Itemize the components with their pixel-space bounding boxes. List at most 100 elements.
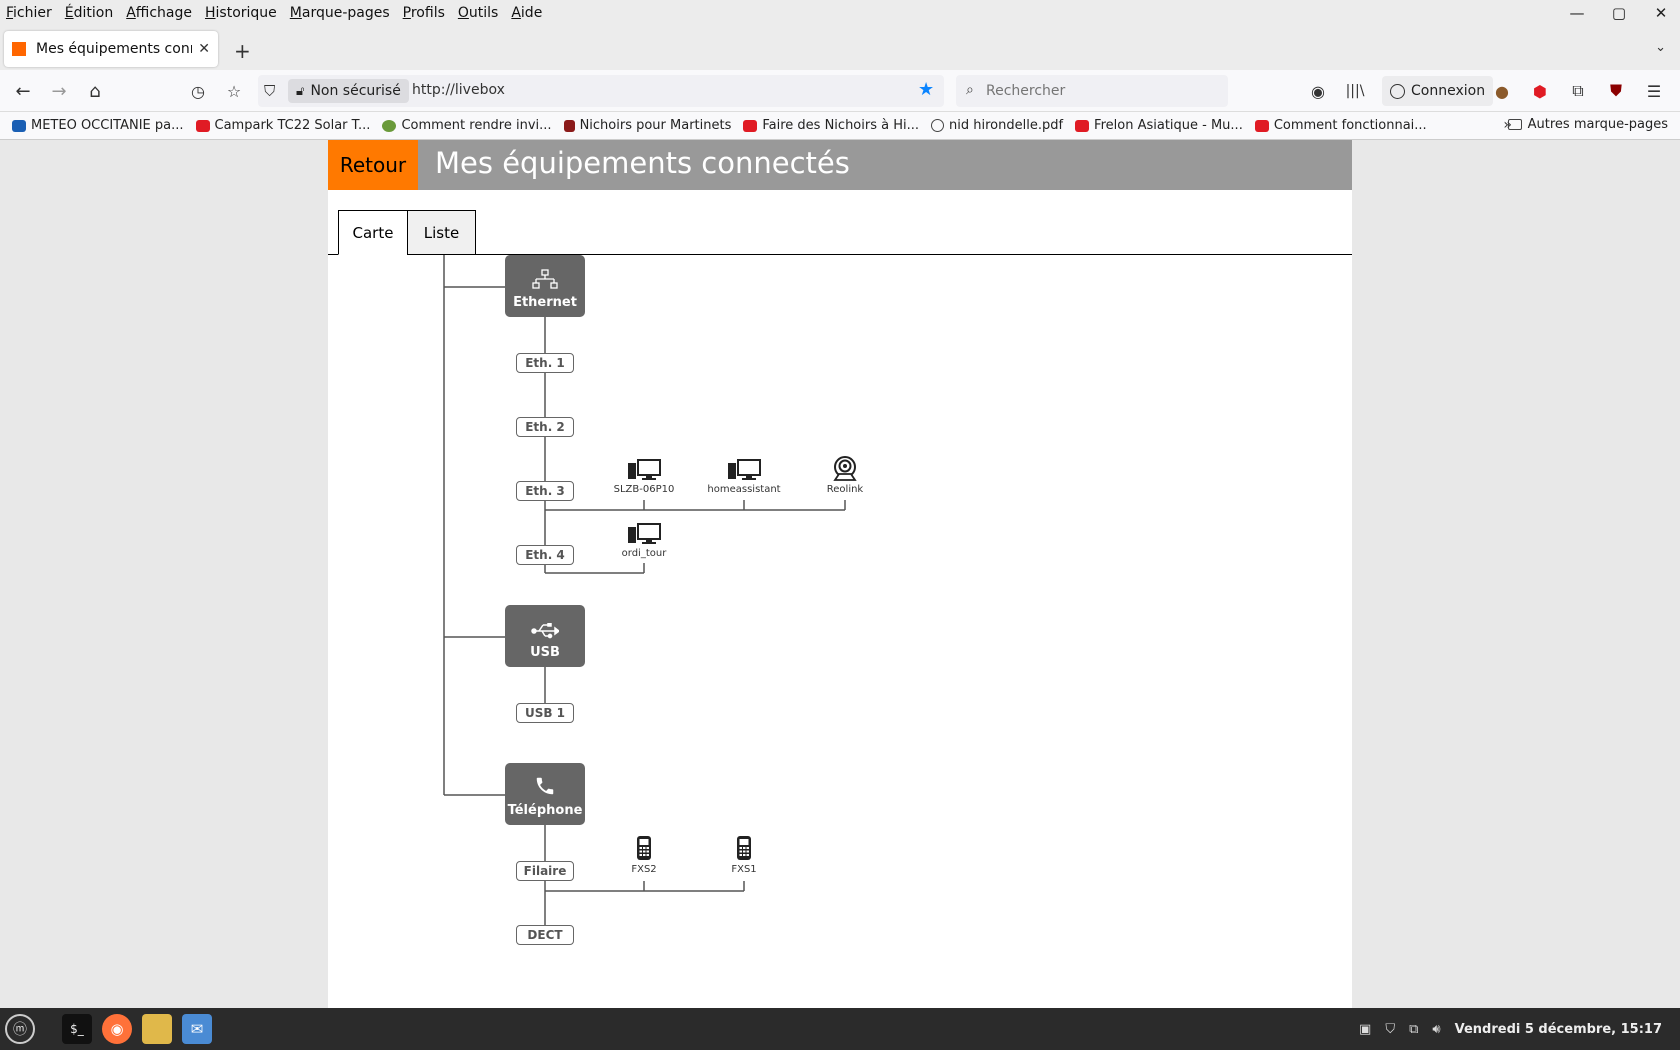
menu-affichage[interactable]: Affichage [120, 5, 198, 21]
files-folder-icon[interactable] [142, 1014, 172, 1044]
folder-icon [1507, 119, 1522, 130]
youtube-icon [195, 119, 210, 132]
bookmark-item[interactable]: Campark TC22 Solar T... [195, 118, 370, 133]
menu-aide[interactable]: Aide [505, 5, 548, 21]
port-eth1[interactable]: Eth. 1 [516, 353, 574, 373]
port-eth4[interactable]: Eth. 4 [516, 545, 574, 565]
map-connection-lines [443, 255, 846, 933]
menu-edition[interactable]: Édition [59, 5, 119, 21]
device-fxs2[interactable]: FXS2 [599, 835, 689, 875]
bookmarked-star-icon[interactable]: ★ [918, 79, 934, 100]
bookmark-item[interactable]: Frelon Asiatique - Mu... [1075, 118, 1243, 133]
tracking-shield-icon[interactable]: ⛉ [264, 82, 275, 100]
bookmark-favicon-icon [12, 119, 26, 132]
livebox-page: Retour Mes équipements connectés Carte L… [328, 140, 1352, 1008]
device-label: homeassistant [707, 484, 781, 495]
mint-menu-icon[interactable]: ⓜ [5, 1014, 35, 1044]
volume-icon[interactable]: 🔊︎ [1432, 1022, 1440, 1037]
terminal-icon[interactable]: $_ [62, 1014, 92, 1044]
navigation-bar: ← → ⌂ ◷ ☆ ⛉ 🔓︎ Non sécurisé http://liveb… [0, 70, 1680, 112]
tab-close-icon[interactable]: ✕ [198, 41, 210, 57]
menu-marque-pages[interactable]: Marque-pages [284, 5, 396, 21]
youtube-icon [1254, 119, 1269, 132]
device-label: ordi_tour [621, 548, 667, 559]
tab-title: Mes équipements connectés [36, 41, 192, 57]
device-homeassistant[interactable]: homeassistant [699, 459, 789, 495]
connexion-label: Connexion [1411, 83, 1486, 99]
menu-profils[interactable]: Profils [397, 5, 451, 21]
bookmark-item[interactable]: Comment fonctionnai... [1254, 118, 1427, 133]
telephone-hub[interactable]: Téléphone [505, 763, 585, 825]
bookmark-star-icon[interactable]: ☆ [222, 79, 246, 103]
ethernet-hub[interactable]: Ethernet [505, 255, 585, 317]
privacy-extension-icon[interactable]: ⬢ [1528, 79, 1552, 103]
library-icon[interactable]: |||\ [1343, 79, 1367, 103]
device-ordi-tour[interactable]: ordi_tour [599, 523, 689, 559]
hamburger-menu-icon[interactable]: ☰ [1642, 79, 1666, 103]
connexion-button[interactable]: Connexion [1382, 76, 1494, 106]
device-slzb[interactable]: SLZB-06P10 [599, 459, 689, 495]
camera-icon [833, 456, 857, 481]
search-input[interactable] [986, 75, 1216, 107]
device-label: SLZB-06P10 [613, 484, 675, 495]
screenshot-camera-icon[interactable]: ◉ [1306, 79, 1330, 103]
youtube-icon [1075, 119, 1090, 132]
security-shield-icon[interactable]: ⛉ [1385, 1022, 1395, 1037]
menu-outils[interactable]: Outils [452, 5, 504, 21]
computer-icon [628, 459, 661, 480]
clock[interactable]: Vendredi 5 décembre, 15:17 [1455, 1022, 1662, 1037]
port-filaire[interactable]: Filaire [516, 861, 574, 881]
maximize-icon[interactable]: ▢ [1610, 4, 1628, 22]
port-dect[interactable]: DECT [516, 925, 574, 945]
computer-icon [628, 523, 661, 544]
bookmark-item[interactable]: nid hirondelle.pdf [931, 118, 1063, 133]
insecure-badge[interactable]: 🔓︎ Non sécurisé [288, 79, 409, 103]
menu-fichier[interactable]: Fichier [0, 5, 58, 21]
port-eth2[interactable]: Eth. 2 [516, 417, 574, 437]
menu-historique[interactable]: Historique [199, 5, 283, 21]
tab-carte[interactable]: Carte [338, 210, 408, 255]
minimize-icon[interactable]: — [1568, 4, 1586, 22]
page-title: Mes équipements connectés [435, 146, 850, 180]
tab-liste[interactable]: Liste [407, 210, 476, 255]
browser-tab-active[interactable]: Mes équipements connectés ✕ [4, 31, 218, 67]
home-icon[interactable]: ⌂ [83, 79, 107, 103]
url-text: http://livebox [412, 82, 505, 98]
usb-hub[interactable]: USB [505, 605, 585, 667]
clipboard-icon[interactable]: ▣ [1359, 1022, 1371, 1037]
history-clock-icon[interactable]: ◷ [186, 79, 210, 103]
tab-list-chevron-icon[interactable]: ⌄ [1655, 40, 1666, 55]
other-bookmarks-folder[interactable]: Autres marque-pages [1507, 117, 1668, 132]
back-button[interactable]: Retour [328, 140, 418, 190]
port-usb1[interactable]: USB 1 [516, 703, 574, 723]
network-map: Ethernet USB Téléphone Eth. 1 Eth. 2 Eth… [328, 255, 1352, 1008]
device-label: FXS2 [631, 864, 657, 875]
device-reolink[interactable]: Reolink [800, 456, 890, 495]
taskbar: ⓜ $_ ◉ ✉ ▣ ⛉ ⧉ 🔊︎ Vendredi 5 décembre, 1… [0, 1008, 1680, 1050]
bookmark-item[interactable]: METEO OCCITANIE pa... [12, 118, 184, 133]
firefox-icon[interactable]: ◉ [102, 1014, 132, 1044]
port-eth3[interactable]: Eth. 3 [516, 481, 574, 501]
bookmark-item[interactable]: Nichoirs pour Martinets [563, 118, 731, 133]
hub-label: USB [530, 645, 560, 660]
back-arrow-icon[interactable]: ← [11, 79, 35, 103]
mail-icon[interactable]: ✉ [182, 1014, 212, 1044]
cookie-extension-icon[interactable]: ● [1490, 79, 1514, 103]
device-fxs1[interactable]: FXS1 [699, 835, 789, 875]
ublock-icon[interactable]: ⛊ [1604, 79, 1628, 103]
bookmark-item[interactable]: Comment rendre invi... [382, 118, 552, 133]
new-tab-icon[interactable]: + [234, 39, 251, 63]
extensions-puzzle-icon[interactable]: ⧉ [1566, 79, 1590, 103]
birdhouse-icon [563, 119, 575, 132]
network-tray-icon[interactable]: ⧉ [1409, 1022, 1418, 1037]
bookmark-item[interactable]: Faire des Nichoirs à Hi... [743, 118, 919, 133]
globe-icon [931, 119, 945, 132]
close-window-icon[interactable]: ✕ [1652, 4, 1670, 22]
device-label: Reolink [826, 484, 864, 495]
search-bar[interactable]: ⌕ [956, 75, 1228, 107]
hub-label: Ethernet [513, 295, 577, 310]
bookmark-favicon-icon [382, 119, 397, 132]
url-bar[interactable]: ⛉ 🔓︎ Non sécurisé http://livebox ★ [258, 75, 944, 107]
phone-icon [536, 777, 554, 795]
forward-arrow-icon[interactable]: → [47, 79, 71, 103]
